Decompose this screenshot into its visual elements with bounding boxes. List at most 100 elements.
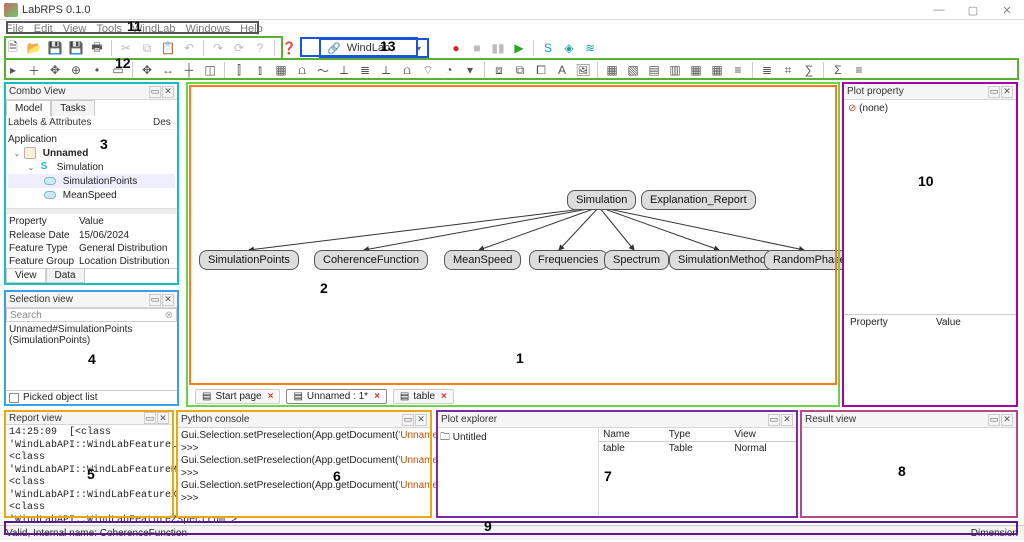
- chart4-icon[interactable]: ▦: [272, 61, 290, 79]
- move-icon[interactable]: ✥: [138, 61, 156, 79]
- undock-icon[interactable]: ▭: [768, 414, 780, 426]
- help-icon[interactable]: ?: [251, 39, 269, 57]
- box-icon[interactable]: ▭: [109, 61, 127, 79]
- close-icon[interactable]: ✕: [1001, 414, 1013, 426]
- ruler-icon[interactable]: ┼: [180, 61, 198, 79]
- undock-icon[interactable]: ▭: [988, 86, 1000, 98]
- expand-icon[interactable]: ⌄: [12, 149, 22, 158]
- undock-icon[interactable]: ▭: [144, 412, 156, 424]
- combo-view-header[interactable]: Combo View ▭ ✕: [6, 84, 177, 100]
- refresh-icon[interactable]: ⟳: [230, 39, 248, 57]
- tree-sim[interactable]: Simulation: [57, 162, 104, 173]
- undock-icon[interactable]: ▭: [988, 414, 1000, 426]
- menu-file[interactable]: File: [6, 23, 24, 35]
- chart7-icon[interactable]: ⟂: [335, 61, 353, 79]
- print-icon[interactable]: 🖶: [88, 39, 106, 57]
- property-row[interactable]: Release Date15/06/2024: [6, 229, 177, 242]
- undock-icon[interactable]: ▭: [149, 294, 161, 306]
- tree-doc[interactable]: Unnamed: [43, 148, 89, 159]
- paste-icon[interactable]: 📋: [159, 39, 177, 57]
- selection-search-input[interactable]: Search⊗: [6, 308, 177, 322]
- combo-bottom-tab-data[interactable]: Data: [46, 269, 85, 283]
- view-tab[interactable]: ▤Start page×: [195, 389, 280, 404]
- plot-explorer-tree[interactable]: 🗀 Untitled: [438, 428, 599, 516]
- plus-icon[interactable]: ＋: [25, 61, 43, 79]
- picked-checkbox[interactable]: [9, 393, 19, 403]
- clear-icon[interactable]: ⊗: [165, 310, 173, 321]
- tree-child-1[interactable]: MeanSpeed: [63, 190, 117, 201]
- plot-explorer-header[interactable]: Plot explorer▭✕: [438, 412, 796, 428]
- table2-icon[interactable]: ≣: [758, 61, 776, 79]
- property-row[interactable]: Feature GroupLocation Distribution: [6, 255, 177, 268]
- plot-explorer-root[interactable]: Untitled: [453, 432, 487, 443]
- zoom-icon[interactable]: ↔: [159, 61, 177, 79]
- saveall-icon[interactable]: 💾: [67, 39, 85, 57]
- cube1-icon[interactable]: ⧈: [490, 61, 508, 79]
- minimize-button[interactable]: —: [922, 0, 956, 20]
- px-col-type[interactable]: Type: [665, 428, 731, 441]
- grid4-icon[interactable]: ▦: [687, 61, 705, 79]
- arrow-icon[interactable]: ▸: [4, 61, 22, 79]
- chart5-icon[interactable]: ⩍: [293, 61, 311, 79]
- close-tab-icon[interactable]: ×: [268, 391, 274, 402]
- tree-child-0[interactable]: SimulationPoints: [63, 176, 137, 187]
- menu-help[interactable]: Help: [240, 23, 263, 35]
- text-icon[interactable]: A: [553, 61, 571, 79]
- close-icon[interactable]: ✕: [781, 414, 793, 426]
- close-icon[interactable]: ✕: [162, 86, 174, 98]
- target-icon[interactable]: ✥: [46, 61, 64, 79]
- img-icon[interactable]: 🖼: [574, 61, 592, 79]
- sigma-icon[interactable]: Σ: [829, 61, 847, 79]
- combo-tab-model[interactable]: Model: [6, 100, 51, 116]
- px-col-name[interactable]: Name: [599, 428, 665, 441]
- whatsthis-icon[interactable]: ❓: [280, 39, 298, 57]
- node-coherencefunction[interactable]: CoherenceFunction: [314, 250, 428, 270]
- chart8-icon[interactable]: ≣: [356, 61, 374, 79]
- close-tab-icon[interactable]: ×: [441, 391, 447, 402]
- chart6-icon[interactable]: 〜: [314, 61, 332, 79]
- close-icon[interactable]: ✕: [415, 414, 427, 426]
- node-meanspeed[interactable]: MeanSpeed: [444, 250, 521, 270]
- sim-s-icon[interactable]: S: [539, 39, 557, 57]
- px-col-view[interactable]: View: [730, 428, 796, 441]
- close-icon[interactable]: ✕: [1001, 86, 1013, 98]
- cube2-icon[interactable]: ⧉: [511, 61, 529, 79]
- dot-icon[interactable]: •: [88, 61, 106, 79]
- undock-icon[interactable]: ▭: [149, 86, 161, 98]
- step-icon[interactable]: ▮▮: [489, 39, 507, 57]
- plot-property-header[interactable]: Plot property▭✕: [844, 84, 1016, 100]
- sum-icon[interactable]: ∑: [800, 61, 818, 79]
- grid-icon[interactable]: ▧: [624, 61, 642, 79]
- save-icon[interactable]: 💾: [46, 39, 64, 57]
- chart2-icon[interactable]: ⫿: [230, 61, 248, 79]
- 3d-view[interactable]: Simulation Explanation_Report Simulation…: [189, 85, 837, 405]
- menu-windows[interactable]: Windows: [185, 23, 230, 35]
- menu-tools[interactable]: Tools: [96, 23, 122, 35]
- expand-icon[interactable]: ⌄: [26, 163, 36, 172]
- node-spectrum[interactable]: Spectrum: [604, 250, 669, 270]
- record-icon[interactable]: ●: [447, 39, 465, 57]
- eq-icon[interactable]: ≡: [850, 61, 868, 79]
- stop-icon[interactable]: ■: [468, 39, 486, 57]
- undo-icon[interactable]: ↶: [180, 39, 198, 57]
- close-icon[interactable]: ✕: [157, 412, 169, 424]
- wave-icon[interactable]: ≋: [581, 39, 599, 57]
- sim-diamond-icon[interactable]: ◈: [560, 39, 578, 57]
- plot-explorer-row[interactable]: table Table Normal: [599, 442, 796, 455]
- open-icon[interactable]: 📂: [25, 39, 43, 57]
- chart12-icon[interactable]: ◔: [440, 61, 458, 79]
- grid3-icon[interactable]: ▥: [666, 61, 684, 79]
- python-body[interactable]: Gui.Selection.setPreselection(App.getDoc…: [178, 428, 430, 507]
- undock-icon[interactable]: ▭: [402, 414, 414, 426]
- node-simulation[interactable]: Simulation: [567, 190, 636, 210]
- chart3-icon[interactable]: ⫾: [251, 61, 269, 79]
- chart10-icon[interactable]: ⩍: [398, 61, 416, 79]
- chart1-icon[interactable]: ◫: [201, 61, 219, 79]
- menu-edit[interactable]: Edit: [34, 23, 53, 35]
- view-tab[interactable]: ▤Unnamed : 1*×: [286, 389, 386, 404]
- menu-windlab[interactable]: WindLab: [132, 23, 175, 35]
- node-explanation-report[interactable]: Explanation_Report: [641, 190, 756, 210]
- table3-icon[interactable]: ⌗: [779, 61, 797, 79]
- menu-view[interactable]: View: [63, 23, 87, 35]
- palette-icon[interactable]: ▦: [603, 61, 621, 79]
